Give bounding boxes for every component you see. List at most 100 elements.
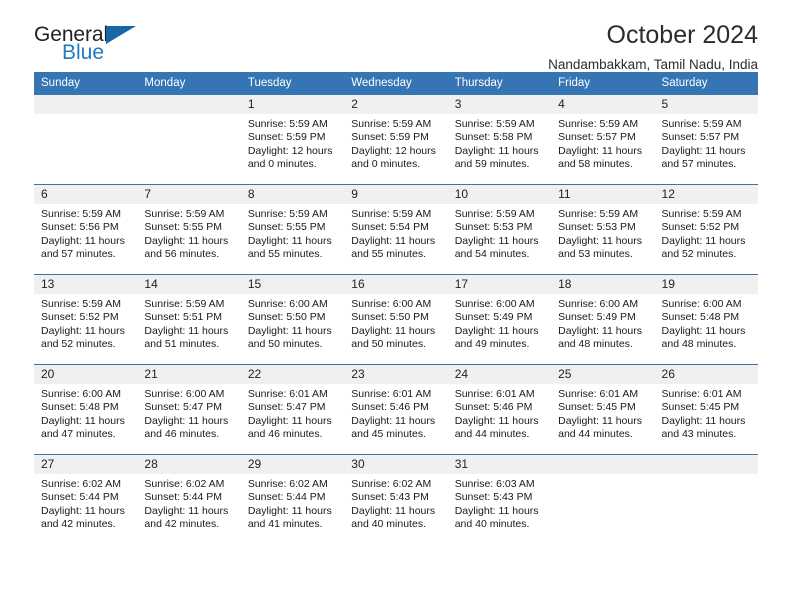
calendar-day-cell[interactable]: 4 Sunrise: 5:59 AM Sunset: 5:57 PM Daylight… <box>551 94 655 185</box>
day-details: Sunrise: 6:01 AM Sunset: 5:46 PM Daylight:… <box>344 384 447 442</box>
daylight-text-line2: and 40 minutes. <box>351 518 426 531</box>
sunset-text: Sunset: 5:53 PM <box>454 221 533 234</box>
daylight-text-line1: Daylight: 11 hours <box>454 144 539 157</box>
day-number: 24 <box>447 365 552 384</box>
daylight-text-line1: Daylight: 12 hours <box>351 144 436 157</box>
sunrise-text: Sunrise: 6:01 AM <box>351 388 432 400</box>
calendar-day-cell[interactable]: 9 Sunrise: 5:59 AM Sunset: 5:54 PM Daylight… <box>344 184 448 275</box>
day-details: Sunrise: 5:59 AM Sunset: 5:52 PM Daylight:… <box>655 204 758 262</box>
weekday-header-thursday: Thursday <box>447 72 552 95</box>
calendar-week-row: 1 Sunrise: 5:59 AM Sunset: 5:59 PM Daylight… <box>34 94 758 185</box>
day-details: Sunrise: 6:00 AM Sunset: 5:48 PM Daylight:… <box>655 294 758 352</box>
daylight-text-line1: Daylight: 11 hours <box>661 324 746 337</box>
sunrise-text: Sunrise: 5:59 AM <box>41 298 121 310</box>
calendar-week-row: 6 Sunrise: 5:59 AM Sunset: 5:56 PM Daylight… <box>34 184 758 275</box>
day-details: Sunrise: 5:59 AM Sunset: 5:53 PM Daylight:… <box>551 204 654 262</box>
sunset-text: Sunset: 5:58 PM <box>454 131 533 144</box>
day-number <box>654 455 758 474</box>
calendar-day-cell[interactable]: 21 Sunrise: 6:00 AM Sunset: 5:47 PM Dayligh… <box>137 364 241 455</box>
day-details: Sunrise: 5:59 AM Sunset: 5:57 PM Daylight:… <box>551 114 654 172</box>
calendar-day-cell[interactable]: 12 Sunrise: 5:59 AM Sunset: 5:52 PM Dayligh… <box>654 184 758 275</box>
calendar-day-cell[interactable]: 19 Sunrise: 6:00 AM Sunset: 5:48 PM Dayligh… <box>654 274 758 365</box>
calendar-day-cell[interactable]: 28 Sunrise: 6:02 AM Sunset: 5:44 PM Dayligh… <box>137 454 241 545</box>
logo-text-blue: Blue <box>62 41 105 64</box>
day-details: Sunrise: 5:59 AM Sunset: 5:56 PM Daylight:… <box>34 204 137 262</box>
daylight-text-line1: Daylight: 11 hours <box>351 234 436 247</box>
daylight-text-line1: Daylight: 11 hours <box>558 324 642 337</box>
calendar-day-cell[interactable]: 30 Sunrise: 6:02 AM Sunset: 5:43 PM Dayligh… <box>344 454 448 545</box>
day-details: Sunrise: 6:00 AM Sunset: 5:47 PM Daylight:… <box>137 384 240 442</box>
sunset-text: Sunset: 5:57 PM <box>661 131 740 144</box>
calendar-day-cell[interactable]: 18 Sunrise: 6:00 AM Sunset: 5:49 PM Dayligh… <box>551 274 655 365</box>
calendar-day-cell[interactable]: 2 Sunrise: 5:59 AM Sunset: 5:59 PM Daylight… <box>344 94 448 185</box>
calendar-day-cell[interactable]: 10 Sunrise: 5:59 AM Sunset: 5:53 PM Dayligh… <box>447 184 552 275</box>
daylight-text-line2: and 53 minutes. <box>558 248 633 261</box>
calendar-day-cell[interactable]: 17 Sunrise: 6:00 AM Sunset: 5:49 PM Dayligh… <box>447 274 552 365</box>
day-number: 28 <box>137 455 241 474</box>
day-details: Sunrise: 6:00 AM Sunset: 5:48 PM Daylight:… <box>34 384 137 442</box>
sunrise-text: Sunrise: 6:02 AM <box>144 478 225 490</box>
day-number: 6 <box>34 185 138 204</box>
sunrise-text: Sunrise: 5:59 AM <box>351 208 432 220</box>
sunrise-text: Sunrise: 6:01 AM <box>454 388 535 400</box>
calendar-day-cell[interactable]: 15 Sunrise: 6:00 AM Sunset: 5:50 PM Dayligh… <box>240 274 345 365</box>
calendar-cell-empty <box>34 94 138 185</box>
daylight-text-line2: and 52 minutes. <box>661 248 737 261</box>
calendar-day-cell[interactable]: 13 Sunrise: 5:59 AM Sunset: 5:52 PM Dayligh… <box>34 274 138 365</box>
daylight-text-line1: Daylight: 12 hours <box>247 144 333 157</box>
calendar-day-cell[interactable]: 11 Sunrise: 5:59 AM Sunset: 5:53 PM Dayligh… <box>551 184 655 275</box>
calendar-day-cell[interactable]: 1 Sunrise: 5:59 AM Sunset: 5:59 PM Daylight… <box>240 94 345 185</box>
calendar-day-cell[interactable]: 25 Sunrise: 6:01 AM Sunset: 5:45 PM Dayligh… <box>551 364 655 455</box>
calendar-day-cell[interactable]: 31 Sunrise: 6:03 AM Sunset: 5:43 PM Dayligh… <box>447 454 552 545</box>
sunrise-text: Sunrise: 6:01 AM <box>661 388 742 400</box>
day-details: Sunrise: 5:59 AM Sunset: 5:55 PM Daylight:… <box>137 204 240 262</box>
daylight-text-line2: and 58 minutes. <box>558 158 633 171</box>
daylight-text-line1: Daylight: 11 hours <box>558 414 642 427</box>
calendar-day-cell[interactable]: 20 Sunrise: 6:00 AM Sunset: 5:48 PM Dayligh… <box>34 364 138 455</box>
daylight-text-line2: and 48 minutes. <box>661 338 737 351</box>
daylight-text-line1: Daylight: 11 hours <box>661 144 746 157</box>
daylight-text-line2: and 55 minutes. <box>351 248 426 261</box>
sunrise-text: Sunrise: 6:02 AM <box>247 478 328 490</box>
calendar-day-cell[interactable]: 7 Sunrise: 5:59 AM Sunset: 5:55 PM Daylight… <box>137 184 241 275</box>
daylight-text-line1: Daylight: 11 hours <box>454 504 539 517</box>
calendar-page: General Blue October 2024 Nandambakkam, … <box>0 0 792 612</box>
sunset-text: Sunset: 5:43 PM <box>454 491 533 504</box>
calendar-day-cell[interactable]: 6 Sunrise: 5:59 AM Sunset: 5:56 PM Daylight… <box>34 184 138 275</box>
sunset-text: Sunset: 5:43 PM <box>351 491 429 504</box>
calendar-day-cell[interactable]: 5 Sunrise: 5:59 AM Sunset: 5:57 PM Daylight… <box>654 94 758 185</box>
calendar-day-cell[interactable]: 16 Sunrise: 6:00 AM Sunset: 5:50 PM Dayligh… <box>344 274 448 365</box>
calendar-day-cell[interactable]: 22 Sunrise: 6:01 AM Sunset: 5:47 PM Dayligh… <box>240 364 345 455</box>
calendar-cell-empty <box>654 454 758 545</box>
calendar-week-row: 20 Sunrise: 6:00 AM Sunset: 5:48 PM Dayligh… <box>34 364 758 455</box>
daylight-text-line2: and 52 minutes. <box>41 338 116 351</box>
calendar-day-cell[interactable]: 24 Sunrise: 6:01 AM Sunset: 5:46 PM Dayligh… <box>447 364 552 455</box>
sunset-text: Sunset: 5:59 PM <box>351 131 429 144</box>
day-details: Sunrise: 6:02 AM Sunset: 5:44 PM Daylight:… <box>34 474 137 532</box>
sunset-text: Sunset: 5:50 PM <box>351 311 429 324</box>
calendar-day-cell[interactable]: 8 Sunrise: 5:59 AM Sunset: 5:55 PM Daylight… <box>240 184 345 275</box>
calendar-day-cell[interactable]: 29 Sunrise: 6:02 AM Sunset: 5:44 PM Dayligh… <box>240 454 345 545</box>
weekday-header-tuesday: Tuesday <box>240 72 345 95</box>
calendar-day-cell[interactable]: 27 Sunrise: 6:02 AM Sunset: 5:44 PM Dayligh… <box>34 454 138 545</box>
sunset-text: Sunset: 5:59 PM <box>247 131 326 144</box>
weekday-header-sunday: Sunday <box>34 72 138 95</box>
sunset-text: Sunset: 5:50 PM <box>247 311 326 324</box>
generalblue-logo[interactable]: General Blue <box>34 22 154 70</box>
page-header: General Blue October 2024 Nandambakkam, … <box>34 0 758 72</box>
calendar-day-cell[interactable]: 26 Sunrise: 6:01 AM Sunset: 5:45 PM Dayligh… <box>654 364 758 455</box>
daylight-text-line2: and 42 minutes. <box>41 518 116 531</box>
calendar-day-cell[interactable]: 14 Sunrise: 5:59 AM Sunset: 5:51 PM Dayligh… <box>137 274 241 365</box>
day-number: 29 <box>240 455 345 474</box>
daylight-text-line2: and 44 minutes. <box>454 428 530 441</box>
sunset-text: Sunset: 5:56 PM <box>41 221 119 234</box>
sunrise-text: Sunrise: 6:02 AM <box>41 478 121 490</box>
calendar-day-cell[interactable]: 23 Sunrise: 6:01 AM Sunset: 5:46 PM Dayligh… <box>344 364 448 455</box>
weekday-header-friday: Friday <box>551 72 655 95</box>
day-details: Sunrise: 6:01 AM Sunset: 5:45 PM Daylight:… <box>551 384 654 442</box>
daylight-text-line2: and 56 minutes. <box>144 248 220 261</box>
calendar-cell-empty <box>551 454 655 545</box>
sunrise-text: Sunrise: 5:59 AM <box>558 208 639 220</box>
day-number: 10 <box>447 185 552 204</box>
calendar-day-cell[interactable]: 3 Sunrise: 5:59 AM Sunset: 5:58 PM Daylight… <box>447 94 552 185</box>
